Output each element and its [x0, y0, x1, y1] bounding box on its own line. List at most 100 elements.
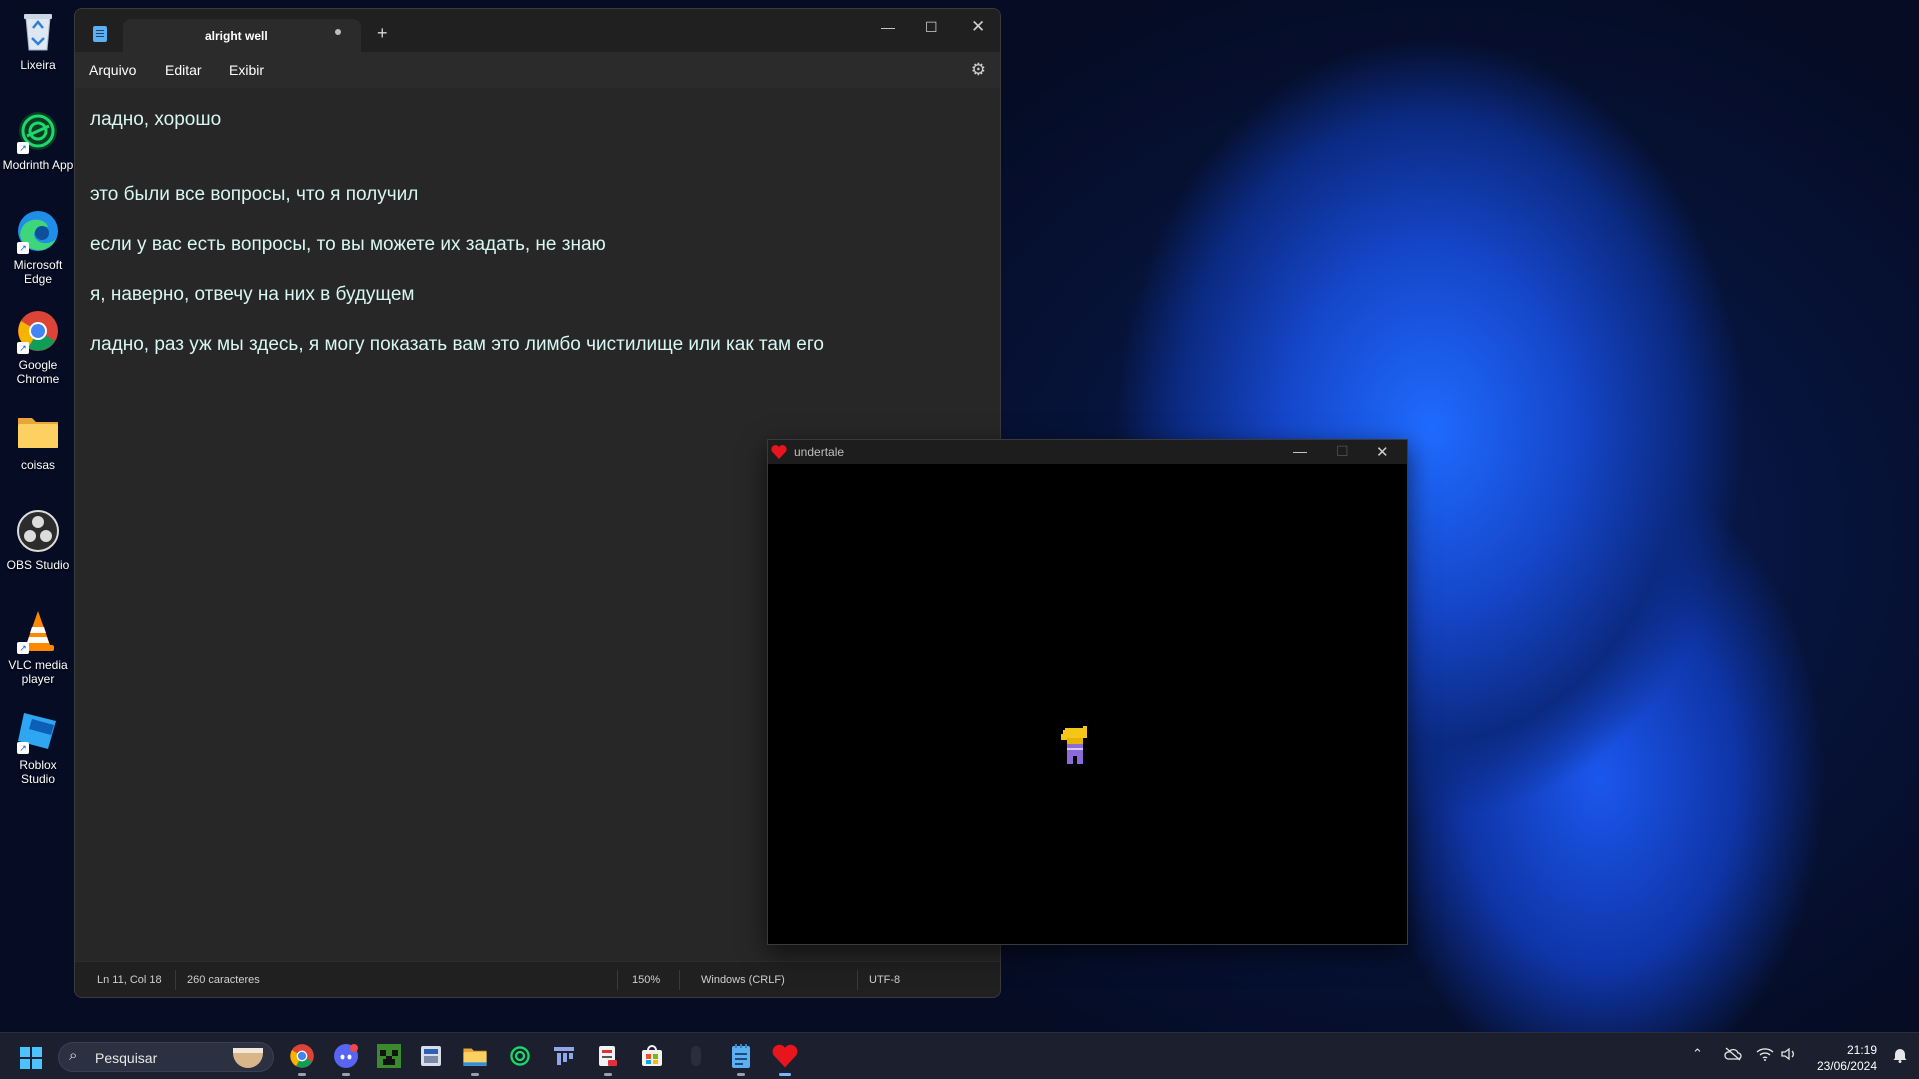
shortcut-arrow-icon: ↗	[17, 342, 29, 354]
notepad-icon	[93, 26, 107, 42]
notification-bell-icon[interactable]	[1893, 1047, 1907, 1067]
divider	[617, 970, 618, 990]
wifi-icon[interactable]	[1756, 1047, 1774, 1079]
running-indicator	[737, 1073, 745, 1076]
char-count: 260 caracteres	[187, 974, 260, 986]
shortcut-arrow-icon: ↗	[17, 242, 29, 254]
modrinth-icon: ↗	[15, 108, 61, 154]
text-line	[90, 159, 985, 184]
text-line: ладно, раз уж мы здесь, я могу показать …	[90, 334, 824, 355]
divider	[679, 970, 680, 990]
title-bar[interactable]: undertale — ☐ ✕	[768, 440, 1407, 464]
taskbar-notepad-icon[interactable]	[727, 1042, 755, 1076]
search-box[interactable]: ⌕ Pesquisar	[58, 1042, 274, 1072]
menu-file[interactable]: Arquivo	[89, 62, 136, 78]
desktop-icon-vlc[interactable]: ↗ VLC media player	[2, 608, 74, 686]
title-bar[interactable]: alright well + — ☐ ✕	[75, 9, 1000, 52]
status-bar: Ln 11, Col 18 260 caracteres 150% Window…	[75, 961, 1000, 997]
cursor-position: Ln 11, Col 18	[97, 974, 162, 986]
recycle-bin-icon	[15, 8, 61, 54]
desktop-icon-roblox-studio[interactable]: ↗ Roblox Studio	[2, 708, 74, 786]
zoom-level[interactable]: 150%	[632, 974, 660, 986]
line-ending[interactable]: Windows (CRLF)	[701, 974, 785, 986]
shortcut-arrow-icon: ↗	[17, 142, 29, 154]
desktop-icon-label: OBS Studio	[6, 558, 70, 572]
text-line: если у вас есть вопросы, то вы можете их…	[90, 234, 606, 255]
desktop-icon-folder[interactable]: coisas	[2, 408, 74, 472]
desktop-icon-label: Microsoft Edge	[13, 258, 63, 286]
vlc-icon: ↗	[15, 608, 61, 654]
text-line: я, наверно, отвечу на них в будущем	[90, 284, 415, 305]
gear-icon[interactable]: ⚙	[971, 60, 986, 80]
clock[interactable]: 21:19 23/06/2024	[1817, 1042, 1877, 1074]
taskbar-app-icon[interactable]	[417, 1042, 445, 1070]
divider	[857, 970, 858, 990]
text-line: ладно, хорошо	[90, 109, 222, 130]
game-canvas[interactable]	[768, 464, 1407, 944]
taskbar-file-explorer-icon[interactable]	[461, 1042, 489, 1076]
menu-edit[interactable]: Editar	[165, 62, 202, 78]
roblox-studio-icon: ↗	[15, 708, 61, 754]
chrome-icon: ↗	[15, 308, 61, 354]
menu-bar: Arquivo Editar Exibir ⚙	[75, 52, 1000, 88]
taskbar-app-icon[interactable]	[550, 1042, 578, 1070]
running-indicator	[471, 1073, 479, 1076]
desktop-icon-label: Google Chrome	[16, 358, 60, 386]
running-indicator	[298, 1073, 306, 1076]
minimize-button[interactable]: —	[881, 19, 895, 35]
tab-title: alright well	[205, 29, 268, 43]
desktop-icon-obs[interactable]: OBS Studio	[2, 508, 74, 572]
unsaved-dot-icon[interactable]	[335, 29, 341, 35]
onedrive-offline-icon[interactable]	[1724, 1047, 1742, 1079]
taskbar-chrome-icon[interactable]	[288, 1042, 316, 1076]
tab-alright-well[interactable]: alright well	[123, 19, 361, 52]
search-icon: ⌕	[69, 1047, 78, 1064]
obs-icon	[15, 508, 61, 554]
new-tab-button[interactable]: +	[377, 23, 388, 44]
window-title: undertale	[794, 445, 845, 459]
desktop-icon-label: VLC media player	[8, 658, 68, 686]
clock-time: 21:19	[1846, 1043, 1877, 1057]
desktop-icon-chrome[interactable]: ↗ Google Chrome	[2, 308, 74, 386]
taskbar-undertale-icon[interactable]	[771, 1042, 799, 1076]
desktop-icon-modrinth[interactable]: ↗ Modrinth App	[2, 108, 74, 172]
running-indicator	[779, 1073, 791, 1076]
taskbar: ⌕ Pesquisar ⌃ 21:19 23/06/2024	[0, 1032, 1919, 1079]
taskbar-discord-icon[interactable]	[332, 1042, 360, 1076]
undertale-window: undertale — ☐ ✕	[767, 439, 1408, 945]
volume-icon[interactable]	[1780, 1047, 1798, 1079]
maximize-button[interactable]: ☐	[1336, 443, 1349, 460]
taskbar-modrinth-icon[interactable]	[506, 1042, 534, 1070]
folder-icon	[15, 408, 61, 454]
taskbar-minecraft-icon[interactable]	[375, 1042, 403, 1070]
divider	[175, 970, 176, 990]
encoding[interactable]: UTF-8	[869, 974, 900, 986]
shortcut-arrow-icon: ↗	[17, 642, 29, 654]
taskbar-app-icon[interactable]	[594, 1042, 622, 1076]
player-sprite	[1061, 726, 1087, 764]
desktop-icon-edge[interactable]: ↗ Microsoft Edge	[2, 208, 74, 286]
close-button[interactable]: ✕	[1376, 443, 1389, 461]
heart-icon	[771, 445, 787, 459]
running-indicator	[342, 1073, 350, 1076]
clock-date: 23/06/2024	[1816, 1059, 1877, 1073]
desktop-icon-label: Roblox Studio	[19, 758, 57, 786]
desktop-icon-label: Lixeira	[20, 58, 56, 72]
windows-start-icon[interactable]	[20, 1047, 42, 1069]
running-indicator	[604, 1073, 612, 1076]
taskbar-microsoft-store-icon[interactable]	[638, 1042, 666, 1070]
edge-icon: ↗	[15, 208, 61, 254]
text-line: это были все вопросы, что я получил	[90, 184, 419, 205]
search-highlight-icon	[233, 1048, 263, 1068]
menu-view[interactable]: Exibir	[229, 62, 264, 78]
maximize-button[interactable]: ☐	[925, 19, 938, 36]
search-placeholder: Pesquisar	[95, 1050, 158, 1066]
minimize-button[interactable]: —	[1293, 443, 1307, 459]
taskbar-app-icon[interactable]	[682, 1042, 710, 1070]
chevron-up-icon[interactable]: ⌃	[1692, 1046, 1703, 1079]
shortcut-arrow-icon: ↗	[17, 742, 29, 754]
close-button[interactable]: ✕	[971, 17, 985, 37]
desktop-icon-label: coisas	[20, 458, 55, 472]
desktop-icon-recycle-bin[interactable]: Lixeira	[2, 8, 74, 72]
desktop-icon-label: Modrinth App	[2, 158, 74, 172]
